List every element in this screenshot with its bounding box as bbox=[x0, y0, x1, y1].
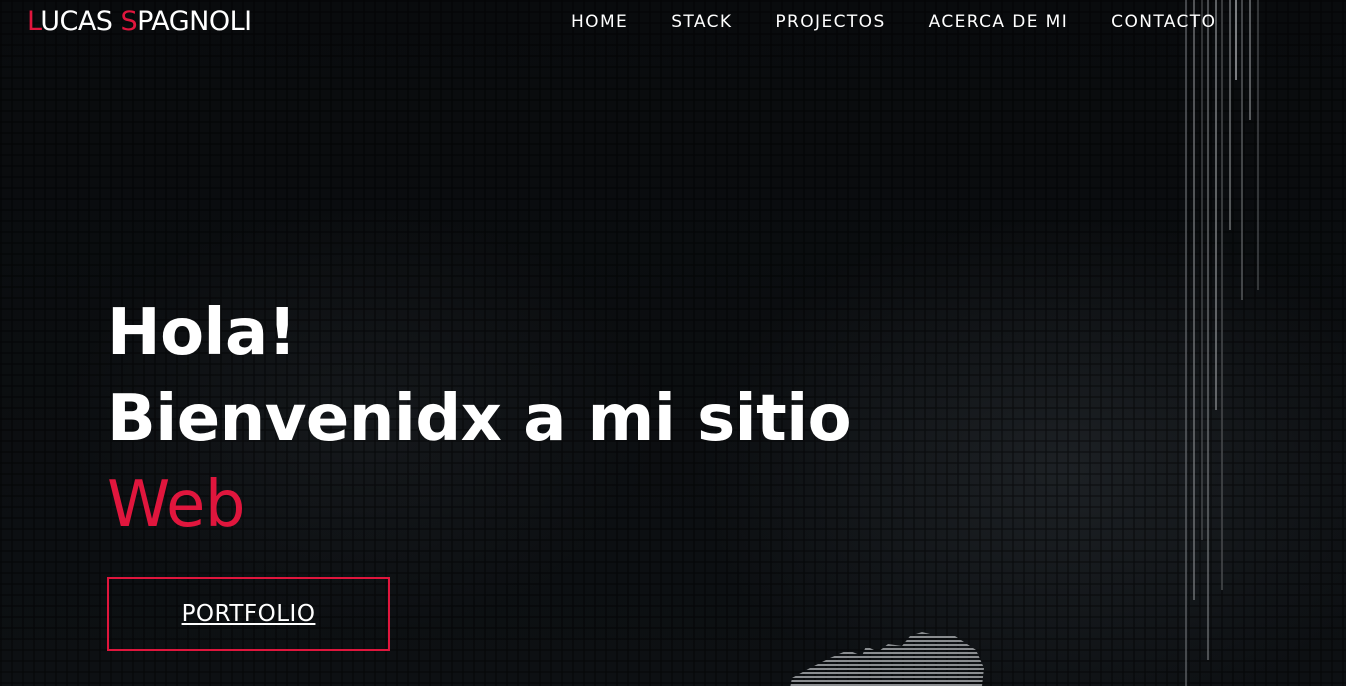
nav-item-stack[interactable]: STACK bbox=[671, 12, 732, 32]
hero-heading: Hola! Bienvenidx a mi sitio Web bbox=[107, 290, 852, 548]
brand-text-1: UCAS bbox=[40, 6, 121, 37]
hero-line-web: Web bbox=[107, 468, 246, 542]
brand-text-2: PAGNOLI bbox=[137, 6, 252, 37]
brand-initial-1: L bbox=[27, 6, 41, 37]
nav-item-acerca-de-mi[interactable]: ACERCA DE MI bbox=[929, 12, 1069, 32]
brand-logo[interactable]: LUCAS SPAGNOLI bbox=[27, 6, 252, 37]
nav-item-contacto[interactable]: CONTACTO bbox=[1111, 12, 1216, 32]
continent-silhouette bbox=[790, 632, 984, 686]
decorative-falling-lines bbox=[1185, 0, 1259, 686]
hero-line-greeting: Hola! bbox=[107, 296, 297, 370]
nav-item-home[interactable]: HOME bbox=[571, 12, 628, 32]
brand-initial-2: S bbox=[120, 6, 138, 37]
hero-line-welcome: Bienvenidx a mi sitio bbox=[107, 382, 852, 456]
nav-item-projectos[interactable]: PROJECTOS bbox=[775, 12, 885, 32]
main-nav: HOME STACK PROJECTOS ACERCA DE MI CONTAC… bbox=[571, 12, 1216, 32]
portfolio-button[interactable]: PORTFOLIO bbox=[107, 577, 390, 651]
hero-section: Hola! Bienvenidx a mi sitio Web bbox=[107, 290, 852, 548]
